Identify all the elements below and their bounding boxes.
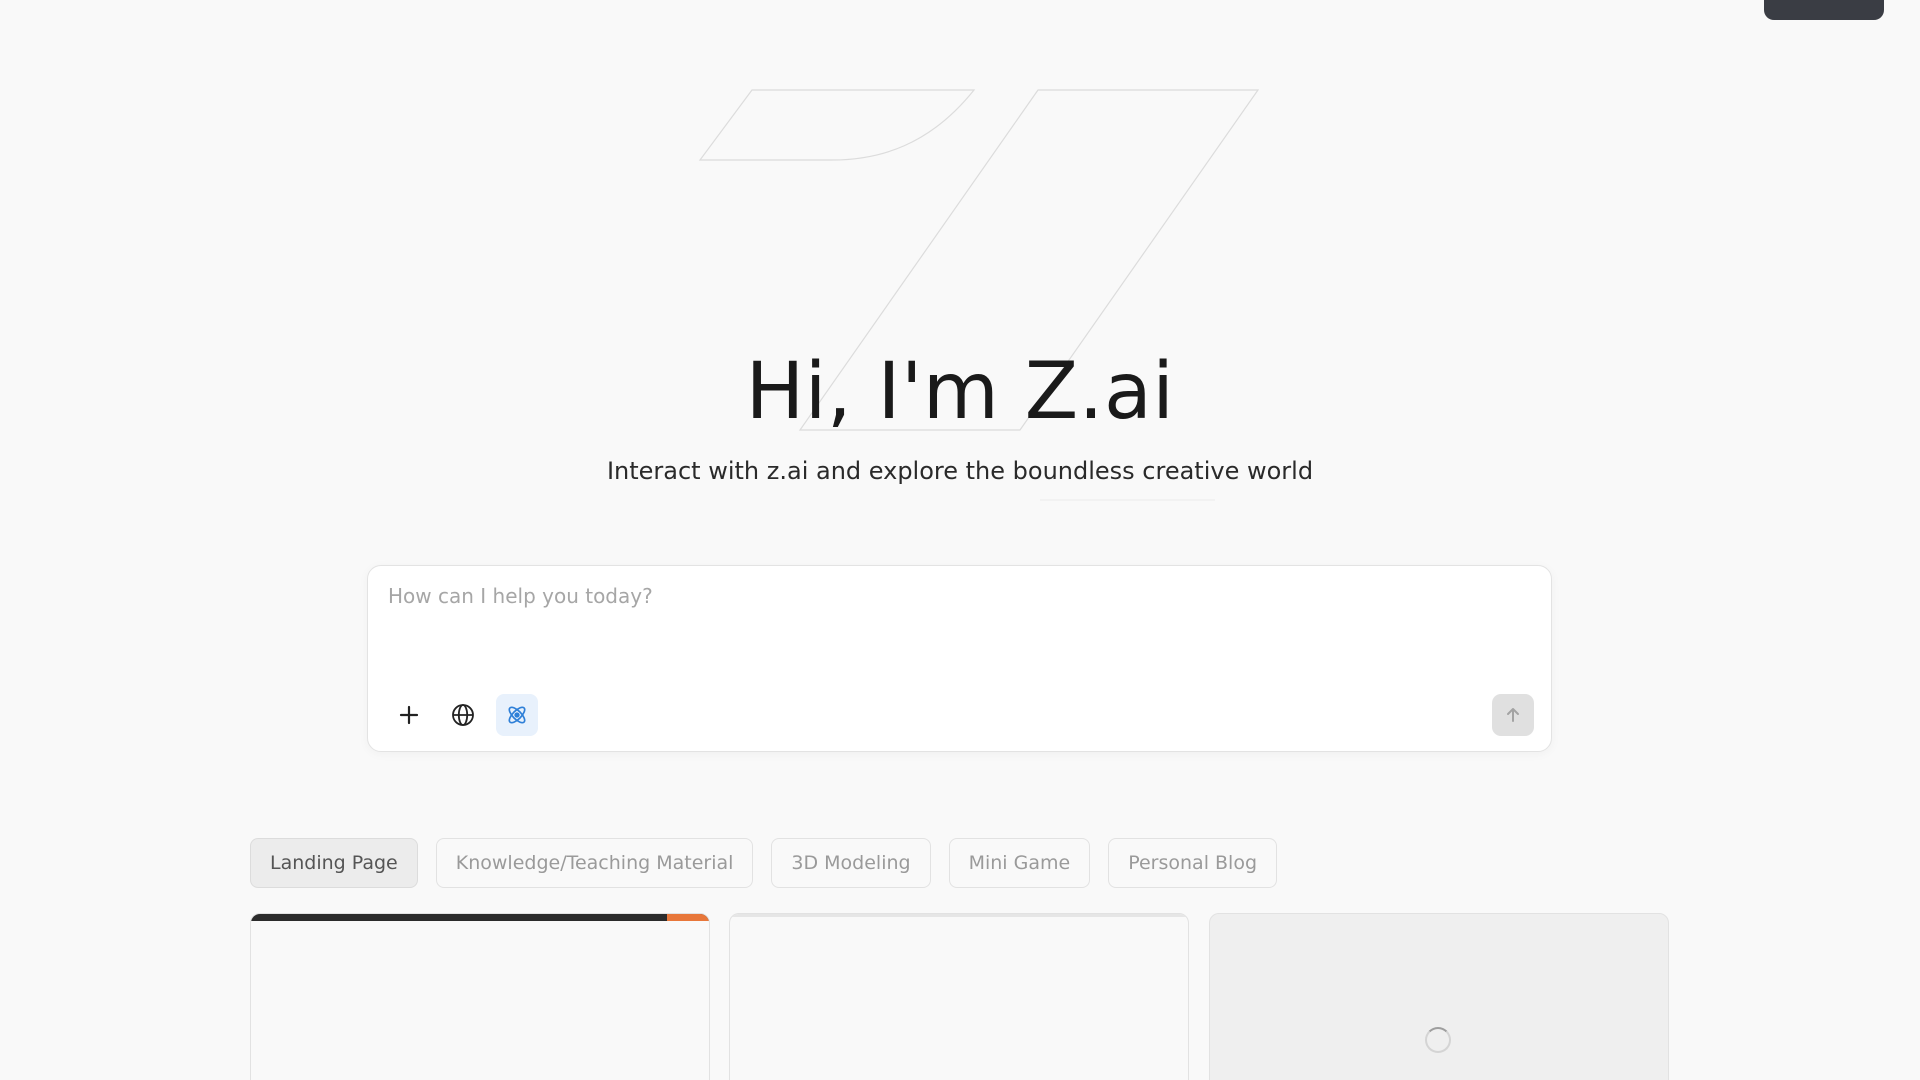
tab-personal-blog[interactable]: Personal Blog bbox=[1108, 838, 1278, 888]
send-button[interactable] bbox=[1492, 694, 1534, 736]
chat-input[interactable] bbox=[386, 582, 1530, 666]
chat-composer bbox=[367, 565, 1552, 752]
card-accent bbox=[667, 914, 709, 921]
add-button[interactable] bbox=[388, 694, 430, 736]
page: Hi, I'm Z.ai Interact with z.ai and expl… bbox=[0, 0, 1920, 1080]
z-logo-outline bbox=[698, 89, 1260, 501]
tab-knowledge-teaching-material[interactable]: Knowledge/Teaching Material bbox=[435, 838, 754, 888]
tab-mini-game[interactable]: Mini Game bbox=[948, 838, 1091, 888]
deep-think-button[interactable] bbox=[496, 694, 538, 736]
card-preview-header bbox=[251, 914, 709, 921]
example-card-2[interactable] bbox=[729, 913, 1189, 1080]
atom-icon bbox=[508, 706, 526, 724]
category-tabs: Landing Page Knowledge/Teaching Material… bbox=[250, 838, 1278, 888]
globe-icon bbox=[452, 704, 474, 726]
top-right-button[interactable] bbox=[1764, 0, 1884, 20]
example-card-1[interactable] bbox=[250, 913, 710, 1080]
tab-3d-modeling[interactable]: 3D Modeling bbox=[771, 838, 931, 888]
web-search-button[interactable] bbox=[442, 694, 484, 736]
arrow-up-icon bbox=[1507, 708, 1519, 722]
tab-landing-page[interactable]: Landing Page bbox=[250, 838, 418, 888]
card-preview-header bbox=[730, 914, 1188, 917]
page-subtitle: Interact with z.ai and explore the bound… bbox=[606, 457, 1314, 485]
loading-spinner-icon bbox=[1425, 1027, 1451, 1053]
plus-icon bbox=[399, 705, 419, 725]
example-card-3[interactable] bbox=[1209, 913, 1669, 1080]
page-title: Hi, I'm Z.ai bbox=[745, 347, 1175, 437]
